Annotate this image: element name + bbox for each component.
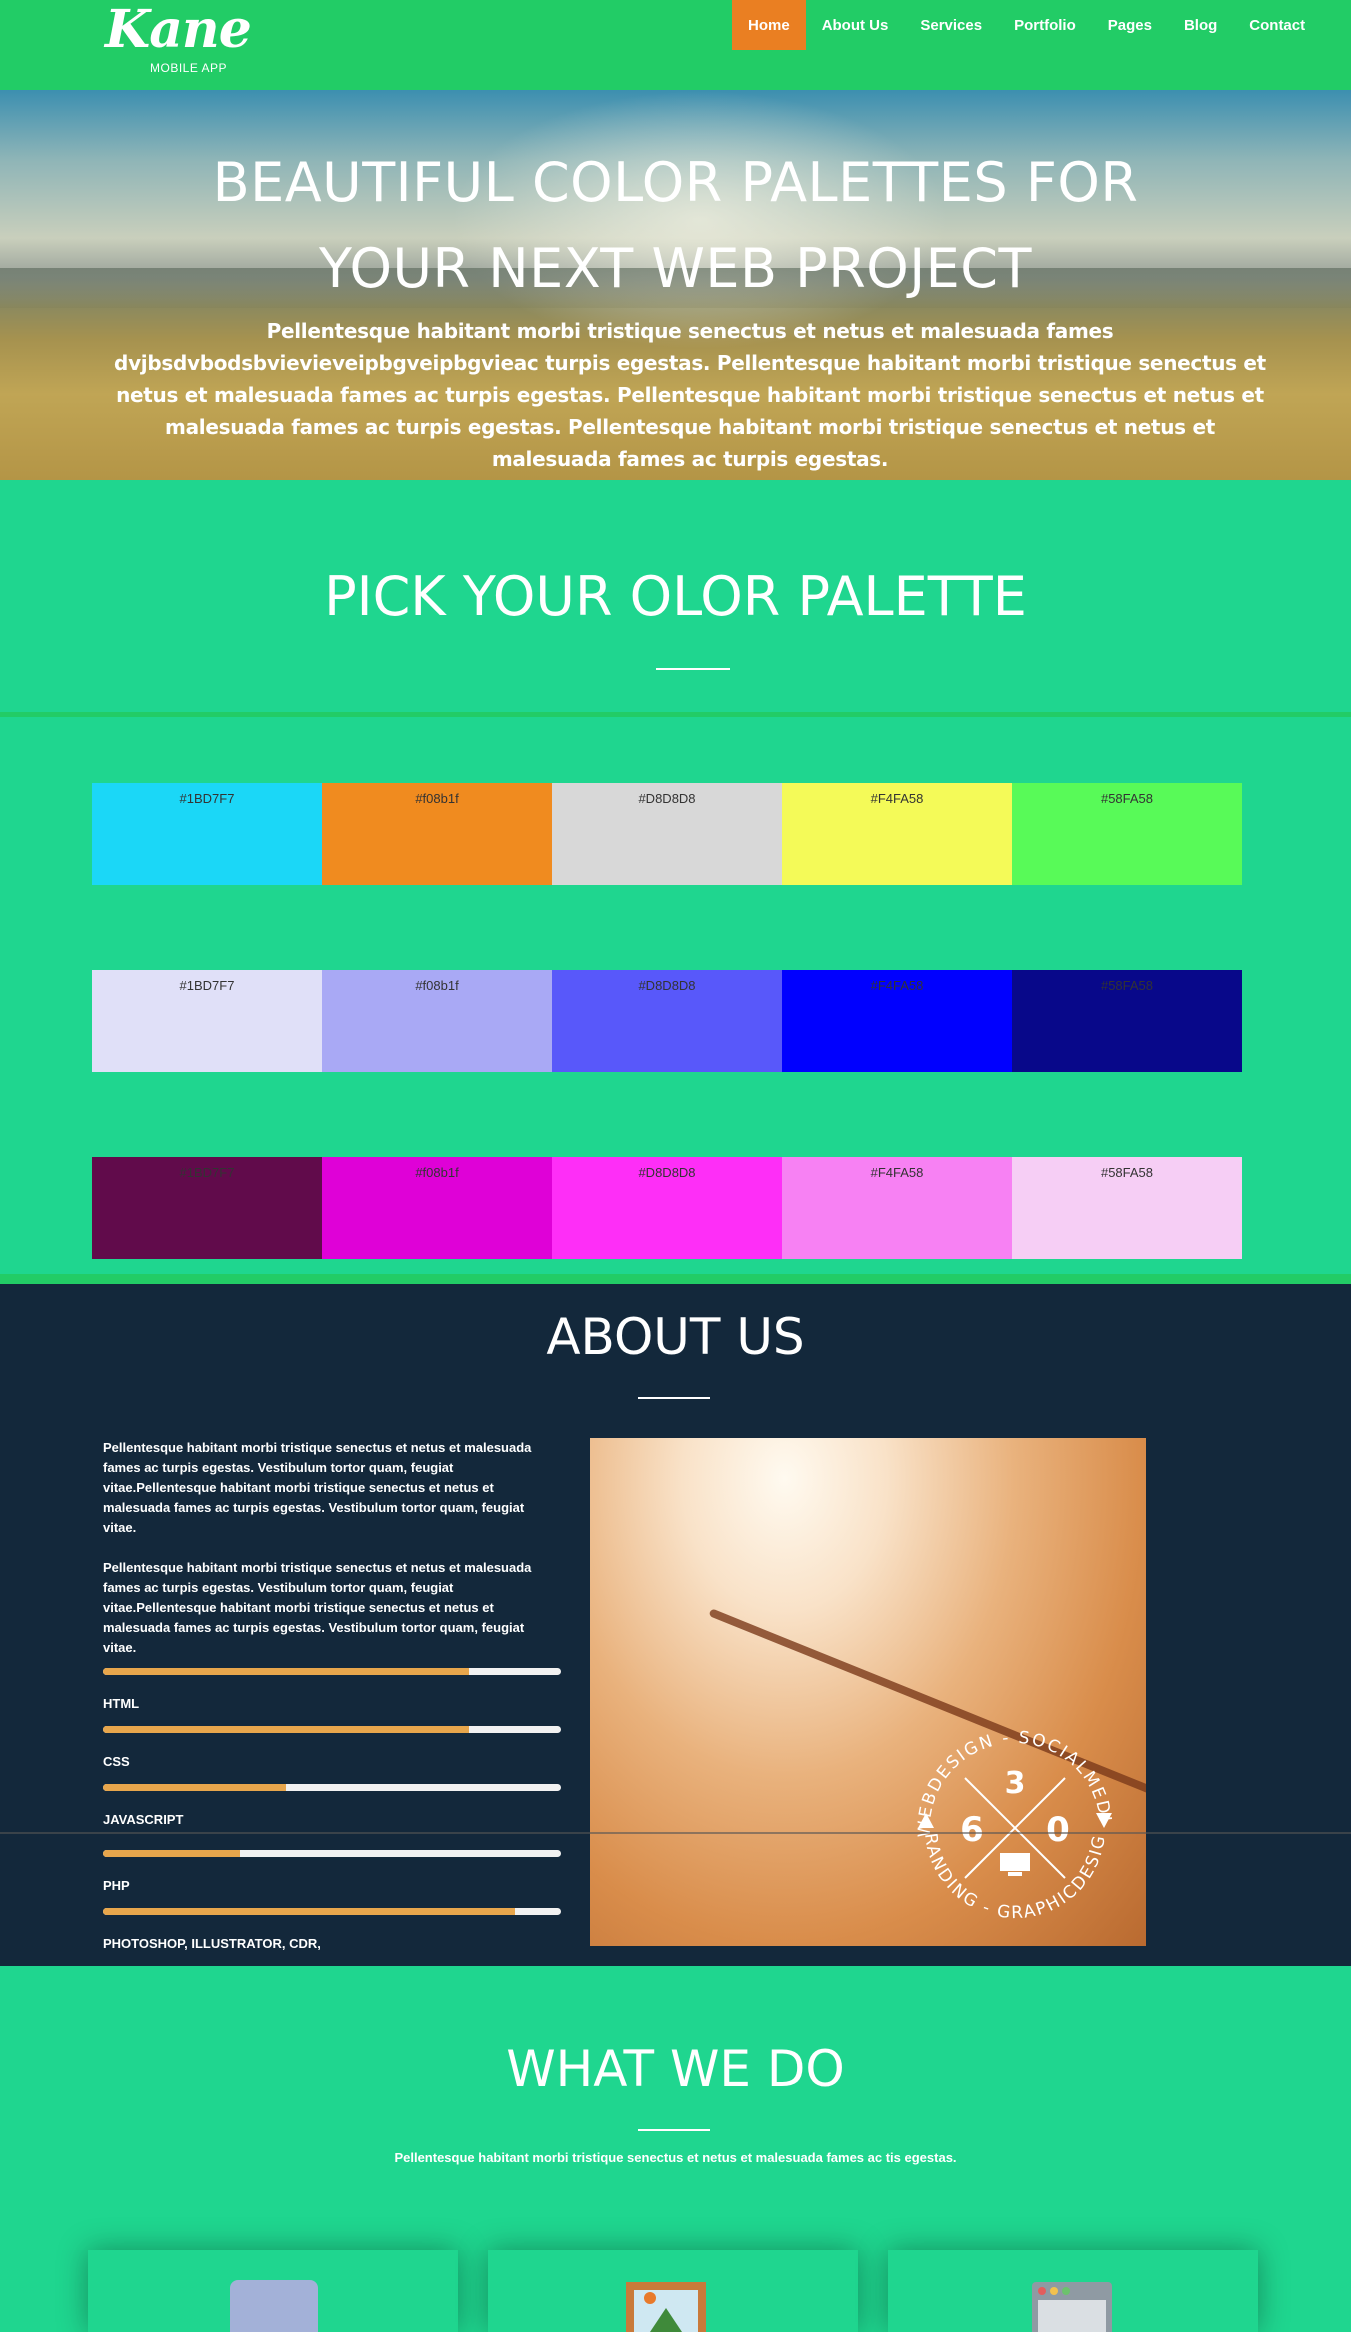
hero-text: Pellentesque habitant morbi tristique se… [114,319,1266,471]
nav-item-pages[interactable]: Pages [1092,0,1168,50]
swatch-label: #58FA58 [1100,791,1154,806]
skill-bar-javascript [103,1784,561,1791]
window-content [1038,2300,1106,2332]
skill-bar-css [103,1726,561,1733]
nav-item-contact[interactable]: Contact [1233,0,1321,50]
swatch-label: #f08b1f [415,791,459,806]
swatch[interactable]: #58FA58 [1012,970,1242,1072]
hero-title: BEAUTIFUL COLOR PALETTES FOR YOUR NEXT W… [0,140,1351,312]
swatch[interactable]: #F4FA58 [782,1157,1012,1259]
skill-bar-design-tools [103,1908,561,1915]
window-dot-yellow [1050,2287,1058,2295]
tablet-icon [230,2280,318,2332]
about-paragraph-2: Pellentesque habitant morbi tristique se… [103,1560,532,1655]
window-dot-red [1038,2287,1046,2295]
skill-label-php: PHP [103,1878,130,1893]
swatch-label: #F4FA58 [870,978,924,993]
badge-monitor-stand [1008,1872,1022,1876]
brand-name: Kane [105,0,252,60]
services-title: WHAT WE DO [506,2040,845,2098]
photo-icon [626,2282,706,2332]
swatch[interactable]: #58FA58 [1012,783,1242,885]
skill-fill [103,1784,287,1791]
swatch-label: #1BD7F7 [179,791,235,806]
browser-window-icon [1032,2282,1112,2332]
nav-item-services[interactable]: Services [904,0,998,50]
swatch-label: #D8D8D8 [638,791,696,806]
services-text: Pellentesque habitant morbi tristique se… [394,2150,957,2165]
swatch[interactable]: #1BD7F7 [92,970,322,1072]
swatch[interactable]: #58FA58 [1012,1157,1242,1259]
main-nav: Home About Us Services Portfolio Pages B… [732,0,1321,50]
render-artifact-line [0,1832,1351,1834]
brand-tagline: MOBILE APP [150,61,228,75]
swatch-label: #1BD7F7 [179,978,235,993]
palette-top-border [0,712,1351,717]
swatch[interactable]: #f08b1f [322,970,552,1072]
skill-fill [103,1908,516,1915]
swatch-label: #58FA58 [1100,1165,1154,1180]
about-paragraph-1: Pellentesque habitant morbi tristique se… [103,1440,532,1535]
swatch[interactable]: #D8D8D8 [552,783,782,885]
swatch[interactable]: #1BD7F7 [92,783,322,885]
swatch-label: #F4FA58 [870,791,924,806]
swatch[interactable]: #F4FA58 [782,970,1012,1072]
about-photo: WEBDESIGN - SOCIALMEDIA BRANDING - GRAPH… [590,1438,1146,1946]
skill-label-design-tools: PHOTOSHOP, ILLUSTRATOR, CDR, [103,1936,321,1951]
about-title: ABOUT US [546,1308,805,1366]
swatch[interactable]: #1BD7F7 [92,1157,322,1259]
skill-fill [103,1850,241,1857]
360-badge-logo: WEBDESIGN - SOCIALMEDIA BRANDING - GRAPH… [900,1713,1113,1923]
skill-fill [103,1668,470,1675]
sun-icon [644,2292,656,2304]
hero-title-line2: YOUR NEXT WEB PROJECT [318,237,1032,300]
swatch-label: #D8D8D8 [638,978,696,993]
palette-title: PICK YOUR OLOR PALETTE [324,565,1027,628]
nav-item-portfolio[interactable]: Portfolio [998,0,1092,50]
swatch-label: #D8D8D8 [638,1165,696,1180]
palette-bottom-border [0,1274,1351,1284]
navbar: Kane MOBILE APP Home About Us Services P… [0,0,1351,90]
swatch-label: #58FA58 [1100,978,1154,993]
swatch[interactable]: #D8D8D8 [552,970,782,1072]
badge-monitor-icon [1000,1853,1030,1871]
palette-row-2: #1BD7F7 #f08b1f #D8D8D8 #F4FA58 #58FA58 [92,970,1242,1072]
palette-title-divider [656,668,730,670]
service-card-1[interactable] [88,2250,458,2332]
palette-row-3: #1BD7F7 #f08b1f #D8D8D8 #F4FA58 #58FA58 [92,1157,1242,1259]
services-title-divider [638,2129,710,2131]
skill-bar-html [103,1668,561,1675]
brand-logo[interactable]: Kane MOBILE APP [105,4,252,76]
swatch-label: #f08b1f [415,1165,459,1180]
palette-row-1: #1BD7F7 #f08b1f #D8D8D8 #F4FA58 #58FA58 [92,783,1242,885]
swatch[interactable]: #f08b1f [322,1157,552,1259]
service-card-2[interactable] [488,2250,858,2332]
about-section: ABOUT US Pellentesque habitant morbi tri… [0,1284,1351,1966]
badge-number-top: 3 [1005,1766,1026,1801]
swatch[interactable]: #D8D8D8 [552,1157,782,1259]
skill-label-html: HTML [103,1696,140,1711]
swatch-label: #f08b1f [415,978,459,993]
nav-item-home[interactable]: Home [732,0,806,50]
skill-fill [103,1726,470,1733]
skill-label-javascript: JAVASCRIPT [103,1812,184,1827]
service-card-3[interactable] [888,2250,1258,2332]
swatch[interactable]: #f08b1f [322,783,552,885]
mountain-icon [650,2308,682,2332]
about-title-divider [638,1397,710,1399]
hero-title-line1: BEAUTIFUL COLOR PALETTES FOR [212,151,1139,214]
skill-bar-php [103,1850,561,1857]
badge-number-left: 6 [960,1810,984,1850]
swatch[interactable]: #F4FA58 [782,783,1012,885]
window-dot-green [1062,2287,1070,2295]
swatch-label: #1BD7F7 [179,1165,235,1180]
badge-number-right: 0 [1046,1810,1070,1850]
hero-banner: BEAUTIFUL COLOR PALETTES FOR YOUR NEXT W… [0,90,1351,480]
swatch-label: #F4FA58 [870,1165,924,1180]
nav-item-blog[interactable]: Blog [1168,0,1233,50]
skill-label-css: CSS [103,1754,130,1769]
nav-item-about-us[interactable]: About Us [806,0,905,50]
